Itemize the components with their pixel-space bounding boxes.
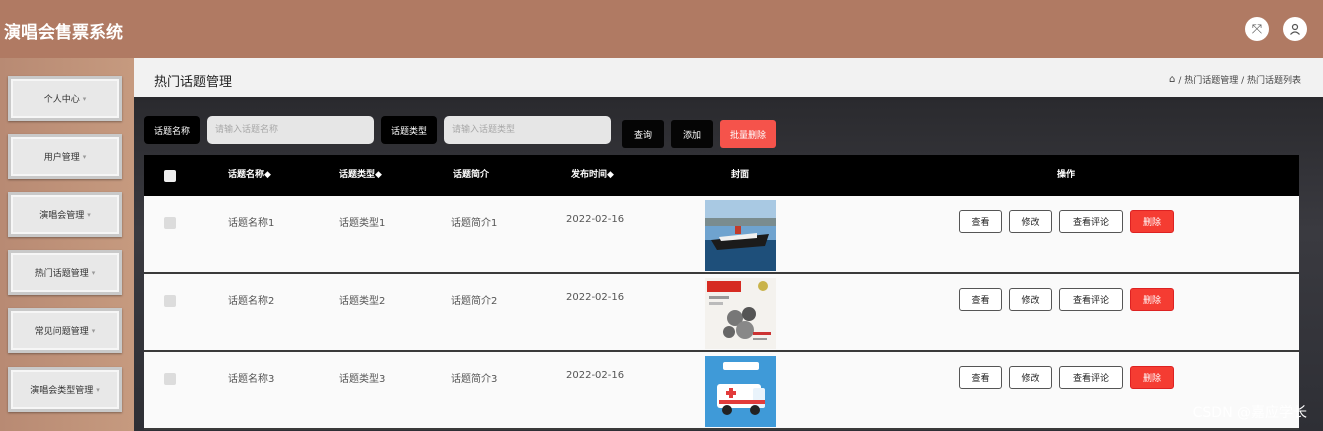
sidebar-item-label: 个人中心	[43, 95, 80, 105]
topic-name-label: 话题名称	[144, 116, 200, 144]
cell-publish-date: 2022-02-16	[566, 214, 625, 225]
sidebar-item-faq-management[interactable]: 常见问题管理 ▾	[8, 308, 122, 353]
topic-type-input[interactable]	[444, 116, 611, 144]
edit-button[interactable]: 修改	[1009, 288, 1052, 311]
row-checkbox[interactable]	[164, 373, 176, 385]
home-icon[interactable]: ⌂	[1169, 74, 1175, 85]
cell-topic-name: 话题名称1	[228, 218, 275, 229]
main-content: 热门话题管理 ⌂ / 热门话题管理 / 热门话题列表 话题名称 话题类型 查询 …	[134, 58, 1323, 431]
select-all-checkbox[interactable]	[164, 170, 176, 182]
chevron-down-icon: ▾	[96, 385, 100, 394]
cover-image-magazine	[705, 278, 776, 349]
page-title: 热门话题管理	[154, 75, 233, 90]
sidebar-item-label: 热门话题管理	[34, 269, 89, 279]
view-button[interactable]: 查看	[959, 210, 1002, 233]
cell-topic-type: 话题类型1	[339, 218, 386, 229]
breadcrumb-text: / 热门话题管理 / 热门话题列表	[1178, 76, 1301, 86]
cell-topic-type: 话题类型2	[339, 296, 386, 307]
delete-button[interactable]: 删除	[1130, 366, 1174, 389]
column-header-topic-intro: 话题简介	[453, 170, 490, 180]
sidebar-item-label: 常见问题管理	[34, 327, 89, 337]
add-button[interactable]: 添加	[671, 120, 713, 148]
cell-publish-date: 2022-02-16	[566, 370, 625, 381]
column-header-publish-time[interactable]: 发布时间◆	[571, 155, 614, 196]
sidebar-item-user-management[interactable]: 用户管理 ▾	[8, 134, 122, 179]
edit-button[interactable]: 修改	[1009, 366, 1052, 389]
fullscreen-icon[interactable]: ⤧	[1245, 17, 1269, 41]
sidebar-item-concert-type-management[interactable]: 演唱会类型管理 ▾	[8, 367, 122, 412]
topic-type-label: 话题类型	[381, 116, 437, 144]
column-header-actions: 操作	[1057, 170, 1076, 180]
row-checkbox[interactable]	[164, 295, 176, 307]
cell-publish-date: 2022-02-16	[566, 292, 625, 303]
view-button[interactable]: 查看	[959, 288, 1002, 311]
column-header-topic-type[interactable]: 话题类型◆	[339, 155, 382, 196]
sidebar-item-personal-center[interactable]: 个人中心 ▾	[8, 76, 122, 121]
view-comments-button[interactable]: 查看评论	[1059, 366, 1123, 389]
watermark: CSDN @嘉应学长	[1192, 405, 1307, 421]
sidebar: 个人中心 ▾ 用户管理 ▾ 演唱会管理 ▾ 热门话题管理 ▾ 常见问题管理 ▾ 演唱会类型…	[0, 58, 134, 431]
sidebar-item-concert-management[interactable]: 演唱会管理 ▾	[8, 192, 122, 237]
table-row: 话题名称1 话题类型1 话题简介1 2022-02-16 查看 修改 查看评论 …	[144, 196, 1299, 274]
chevron-down-icon: ▾	[82, 152, 87, 161]
row-checkbox[interactable]	[164, 217, 176, 229]
table-row: 话题名称2 话题类型2 话题简介2 2022-02-16 查看 修改 查看评论 …	[144, 274, 1299, 352]
cell-topic-type: 话题类型3	[339, 374, 386, 385]
view-comments-button[interactable]: 查看评论	[1059, 288, 1123, 311]
view-comments-button[interactable]: 查看评论	[1059, 210, 1123, 233]
delete-button[interactable]: 删除	[1130, 210, 1174, 233]
cell-topic-intro: 话题简介2	[451, 296, 498, 307]
chevron-down-icon: ▾	[82, 94, 87, 103]
view-button[interactable]: 查看	[959, 366, 1002, 389]
sidebar-item-label: 演唱会管理	[39, 211, 85, 221]
top-bar: 演唱会售票系统 ⤧	[0, 0, 1323, 58]
table-row: 话题名称3 话题类型3 话题简介3 2022-02-16 查看 修改 查看评论 …	[144, 352, 1299, 430]
sidebar-item-hot-topic-management[interactable]: 热门话题管理 ▾	[8, 250, 122, 295]
cover-image-cruise-ship	[705, 200, 776, 271]
cell-topic-name: 话题名称3	[228, 374, 275, 385]
query-button[interactable]: 查询	[622, 120, 664, 148]
cell-topic-name: 话题名称2	[228, 296, 275, 307]
batch-delete-button[interactable]: 批量删除	[720, 120, 776, 148]
content-header: 热门话题管理 ⌂ / 热门话题管理 / 热门话题列表	[134, 58, 1323, 97]
breadcrumb: ⌂ / 热门话题管理 / 热门话题列表	[1169, 73, 1301, 86]
sidebar-item-label: 用户管理	[43, 153, 80, 163]
user-icon[interactable]	[1283, 17, 1307, 41]
cover-image-ambulance	[705, 356, 776, 427]
topic-name-input[interactable]	[207, 116, 374, 144]
column-header-topic-name[interactable]: 话题名称◆	[228, 155, 271, 196]
app-title: 演唱会售票系统	[4, 23, 123, 43]
sidebar-item-label: 演唱会类型管理	[30, 386, 94, 396]
content-body: 话题名称 话题类型 查询 添加 批量删除 话题名称◆ 话题类型◆ 话题简介 发布…	[134, 97, 1323, 431]
cell-topic-intro: 话题简介3	[451, 374, 498, 385]
chevron-down-icon: ▾	[91, 268, 96, 277]
column-header-cover: 封面	[731, 170, 750, 180]
edit-button[interactable]: 修改	[1009, 210, 1052, 233]
topic-table: 话题名称◆ 话题类型◆ 话题简介 发布时间◆ 封面 操作 话题名称1 话题类型1…	[144, 155, 1299, 431]
cell-topic-intro: 话题简介1	[451, 218, 498, 229]
table-header: 话题名称◆ 话题类型◆ 话题简介 发布时间◆ 封面 操作	[144, 155, 1299, 196]
delete-button[interactable]: 删除	[1130, 288, 1174, 311]
chevron-down-icon: ▾	[91, 326, 96, 335]
chevron-down-icon: ▾	[87, 210, 91, 219]
